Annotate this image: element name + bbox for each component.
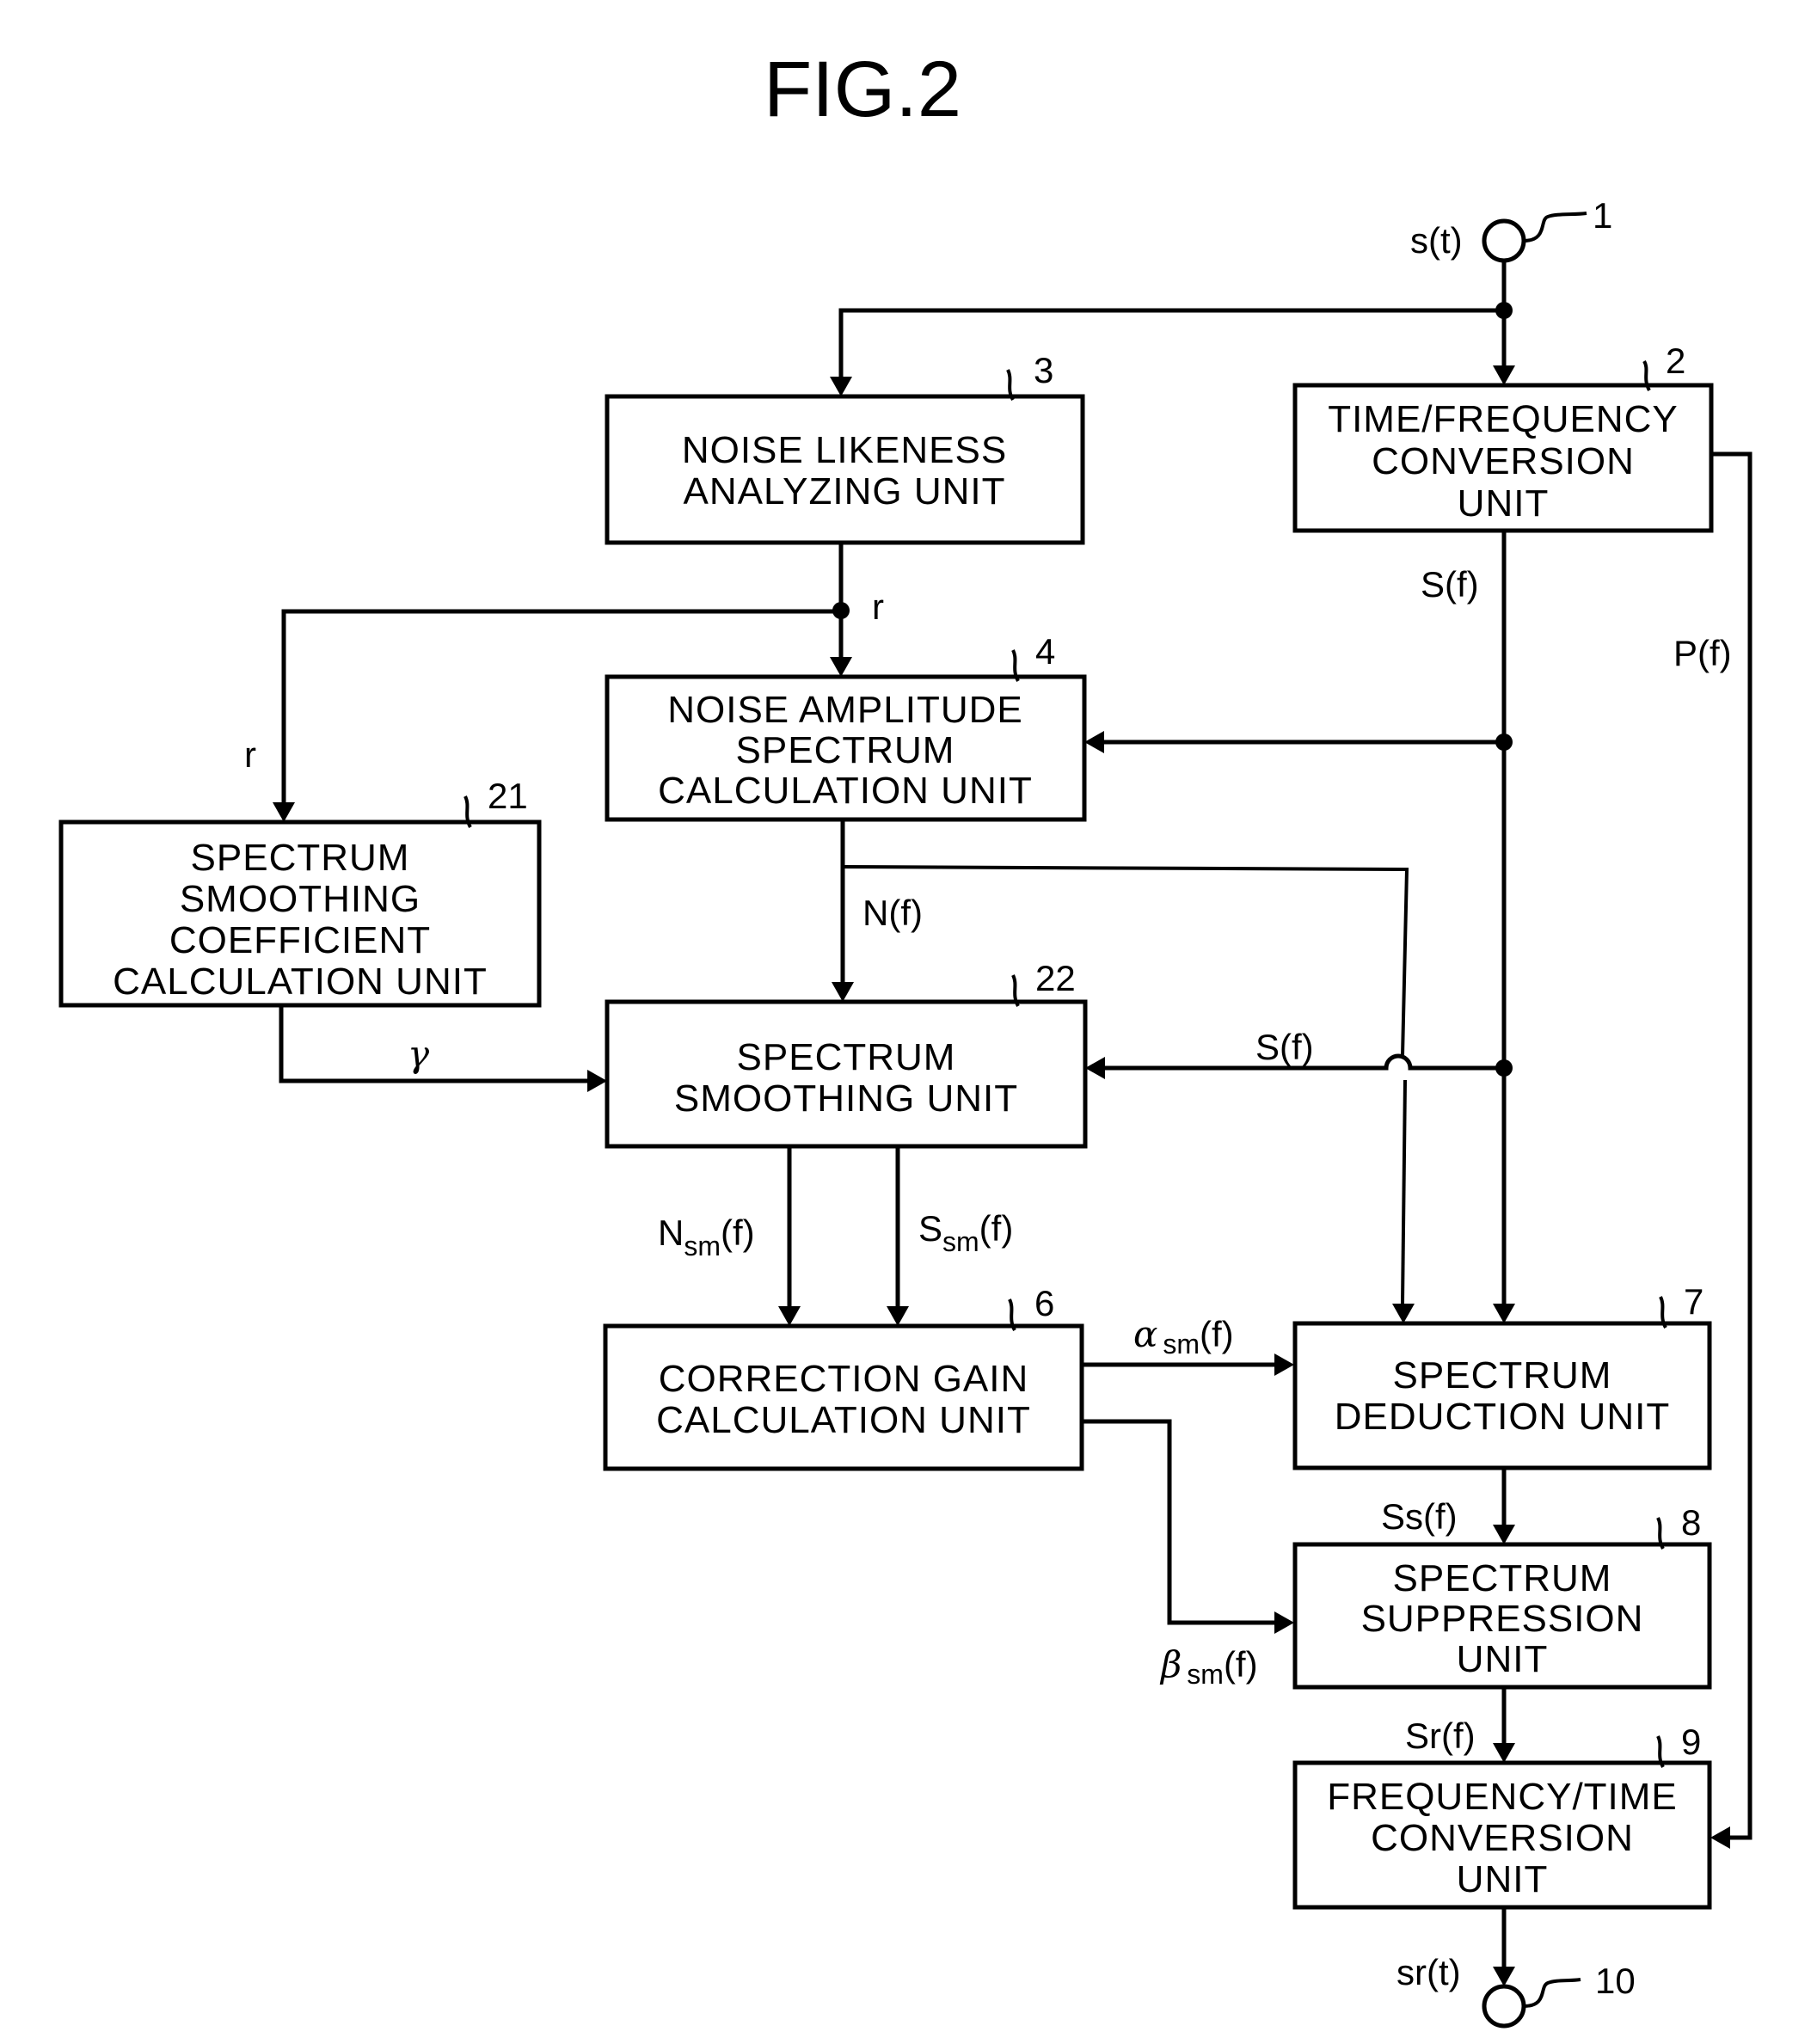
- alpha-sub: sm: [1163, 1329, 1200, 1360]
- ref-1: 1: [1593, 195, 1612, 236]
- signal-gamma: γ: [408, 1033, 430, 1075]
- arrow-alpha: [1274, 1353, 1294, 1376]
- signal-Ss-f: Ss(f): [1381, 1496, 1458, 1537]
- signal-S-f-mid: S(f): [1255, 1027, 1314, 1067]
- block-3-line-2: ANALYZING UNIT: [683, 470, 1005, 513]
- ref-6: 6: [1034, 1283, 1054, 1323]
- block-4-line-2: SPECTRUM: [736, 729, 955, 771]
- block-21-line-1: SPECTRUM: [191, 837, 410, 879]
- block-21-line-2: SMOOTHING: [180, 878, 420, 920]
- block-2-line-3: UNIT: [1458, 482, 1550, 525]
- S-sm-tail: (f): [979, 1208, 1014, 1249]
- signal-S-sm: Ssm(f): [918, 1208, 1013, 1257]
- arrow-to-coeff: [273, 802, 295, 822]
- N-sm-base: N: [658, 1212, 684, 1253]
- S-sm-base: S: [918, 1208, 942, 1249]
- arrow-to-noise-amplitude: [830, 657, 852, 677]
- ref-3: 3: [1034, 350, 1053, 390]
- arrow-to-smoothing-N: [832, 982, 854, 1002]
- signal-Sr-f: Sr(f): [1405, 1716, 1476, 1756]
- arrow-to-noise-likeness: [830, 377, 852, 396]
- N-sm-sub: sm: [684, 1231, 721, 1261]
- block-8-line-1: SPECTRUM: [1393, 1557, 1612, 1599]
- arrow-to-noise-amplitude-S: [1084, 731, 1104, 753]
- signal-N-f: N(f): [862, 893, 923, 933]
- leader-1: [1523, 212, 1587, 242]
- block-6-line-1: CORRECTION GAIN: [659, 1358, 1029, 1400]
- leader-10: [1523, 1978, 1581, 2008]
- arrow-Ss-f: [1493, 1525, 1515, 1544]
- signal-s-t: s(t): [1410, 220, 1463, 261]
- wire-gamma: [279, 1006, 587, 1083]
- figure-title: FIG.2: [764, 46, 961, 133]
- beta-sub: sm: [1187, 1659, 1224, 1690]
- beta-tail: (f): [1224, 1644, 1258, 1685]
- signal-P-f: P(f): [1673, 633, 1732, 673]
- block-9-line-3: UNIT: [1457, 1858, 1549, 1900]
- signal-alpha-sm: α sm(f): [1133, 1313, 1234, 1360]
- arrow-to-deduction-N: [1392, 1304, 1415, 1323]
- block-diagram: FIG.2 1 s(t) 10 sr(t) TIME/FREQUENCY CON…: [58, 46, 1753, 2029]
- arrow-to-freq-time: [1710, 1826, 1730, 1849]
- arrow-Sr-f: [1493, 1743, 1515, 1763]
- signal-r-main: r: [872, 586, 884, 627]
- signal-beta-sm: β sm(f): [1159, 1643, 1258, 1690]
- ref-22: 22: [1035, 958, 1076, 998]
- block-2-line-2: CONVERSION: [1372, 440, 1635, 482]
- beta-base: β: [1159, 1643, 1182, 1685]
- signal-N-sm: Nsm(f): [658, 1212, 755, 1261]
- junction-S-f-2: [1495, 1059, 1513, 1077]
- arrow-sr-t: [1493, 1967, 1515, 1986]
- block-4-line-1: NOISE AMPLITUDE: [667, 689, 1023, 731]
- alpha-tail: (f): [1200, 1314, 1234, 1354]
- arrow-N-sm: [778, 1306, 801, 1326]
- signal-sr-t: sr(t): [1397, 1952, 1461, 1992]
- output-terminal: [1482, 1984, 1526, 2029]
- block-22-line-2: SMOOTHING UNIT: [674, 1077, 1018, 1120]
- ref-7: 7: [1684, 1281, 1703, 1322]
- ref-21: 21: [488, 776, 528, 816]
- ref-9: 9: [1681, 1722, 1701, 1762]
- N-sm-tail: (f): [721, 1212, 755, 1253]
- arrow-to-timefreq: [1493, 365, 1515, 385]
- block-6-line-2: CALCULATION UNIT: [656, 1399, 1031, 1441]
- block-21-line-4: CALCULATION UNIT: [113, 961, 488, 1003]
- S-sm-sub: sm: [942, 1226, 979, 1257]
- block-correction-gain: CORRECTION GAIN CALCULATION UNIT 6: [603, 1283, 1084, 1471]
- block-8-line-2: SUPPRESSION: [1361, 1598, 1644, 1640]
- alpha-base: α: [1133, 1313, 1157, 1355]
- block-9-line-1: FREQUENCY/TIME: [1327, 1776, 1678, 1818]
- block-21-line-3: COEFFICIENT: [169, 919, 431, 961]
- block-22-line-1: SPECTRUM: [737, 1036, 956, 1078]
- block-8-line-3: UNIT: [1457, 1638, 1549, 1680]
- junction-S-f-1: [1495, 734, 1513, 751]
- block-4-line-3: CALCULATION UNIT: [658, 770, 1033, 812]
- block-2-line-1: TIME/FREQUENCY: [1328, 398, 1679, 440]
- ref-10: 10: [1595, 1961, 1636, 2001]
- signal-S-f-top: S(f): [1421, 564, 1479, 605]
- block-7-line-2: DEDUCTION UNIT: [1335, 1396, 1670, 1438]
- arrow-to-smoothing-gamma: [587, 1070, 607, 1092]
- arrow-to-smoothing-S: [1085, 1057, 1105, 1079]
- ref-8: 8: [1681, 1502, 1701, 1543]
- signal-r-side: r: [244, 734, 256, 775]
- arrow-beta: [1274, 1611, 1294, 1634]
- block-9-line-2: CONVERSION: [1371, 1817, 1634, 1859]
- input-terminal: [1482, 218, 1526, 263]
- ref-2: 2: [1666, 341, 1685, 381]
- block-spectrum-smoothing-coefficient: SPECTRUM SMOOTHING COEFFICIENT CALCULATI…: [58, 776, 542, 1008]
- ref-4: 4: [1035, 631, 1055, 672]
- wire-N-f-bypass-lower: [1401, 1079, 1407, 1304]
- wire-beta: [1082, 1419, 1274, 1625]
- wire-to-noise-likeness: [838, 308, 1504, 377]
- arrow-S-sm: [887, 1306, 909, 1326]
- arrow-to-deduction-S: [1493, 1304, 1515, 1323]
- block-7-line-1: SPECTRUM: [1393, 1354, 1612, 1396]
- block-3-line-1: NOISE LIKENESS: [682, 429, 1007, 471]
